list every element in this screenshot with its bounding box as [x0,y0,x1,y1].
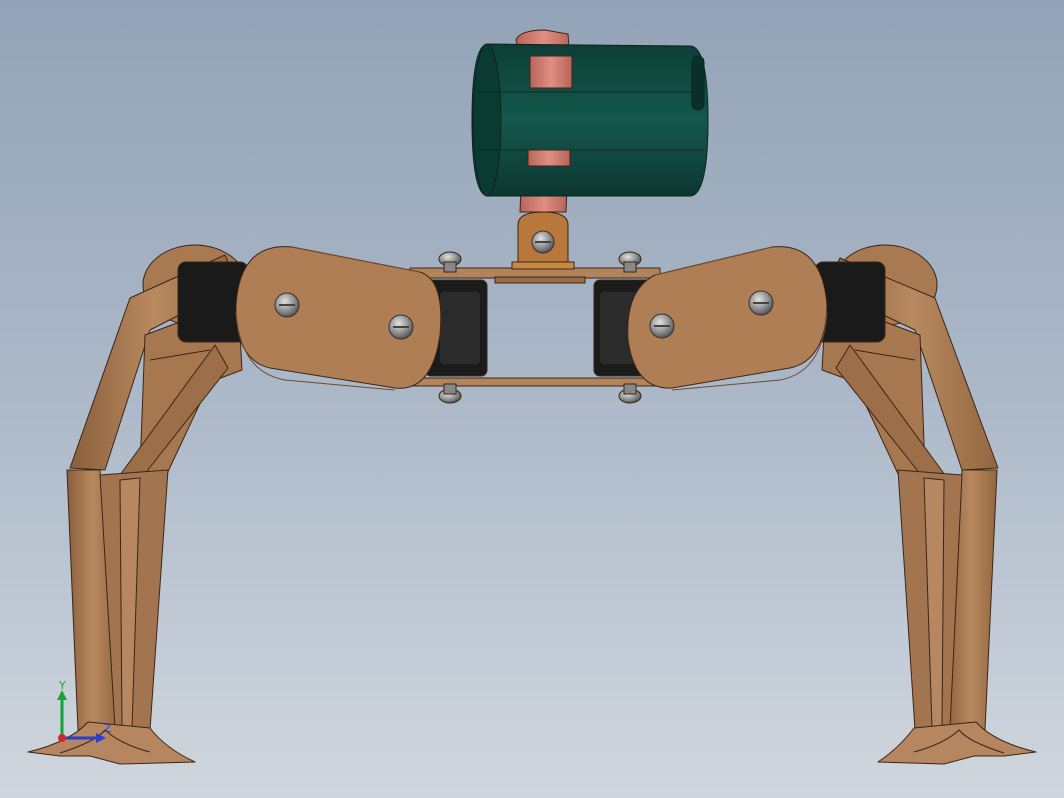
motor[interactable] [471,43,709,197]
right-foot [877,721,1037,765]
coordinate-triad: Y Z [40,672,120,752]
triad-axes [57,690,106,743]
top-plate-mount [494,276,586,284]
triad-y-label: Y [59,679,66,692]
cad-model-quadruped-robot[interactable] [0,0,1064,798]
graphics-viewport[interactable]: Y Z [0,0,1064,798]
triad-z-label: Z [104,722,112,735]
